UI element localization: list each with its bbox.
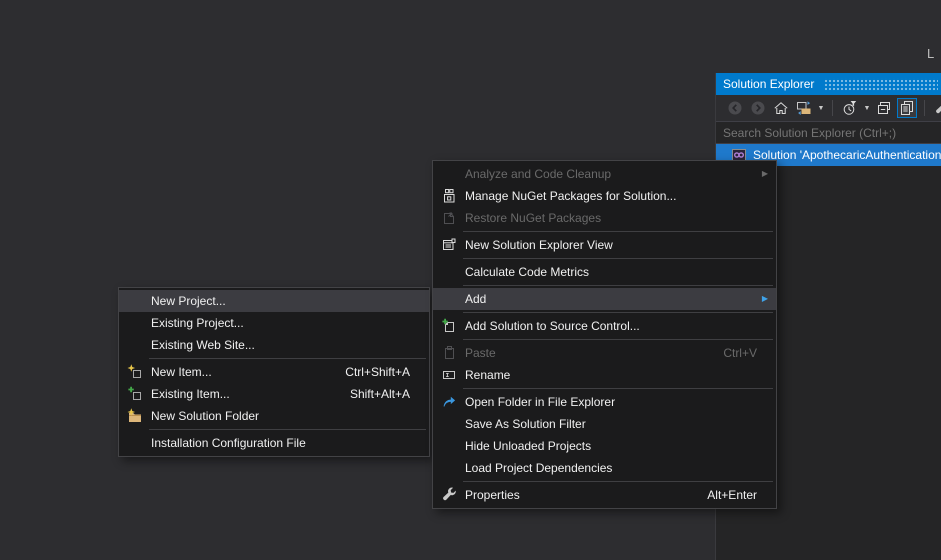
- solution-explorer-titlebar[interactable]: Solution Explorer: [716, 73, 941, 95]
- menu-item-shortcut: Ctrl+Shift+A: [345, 365, 429, 379]
- context-menu-separator: [463, 312, 773, 313]
- context-menu-item-add-solution-to-source-control[interactable]: Add Solution to Source Control...: [433, 315, 776, 337]
- add-submenu-item-new-item[interactable]: New Item... Ctrl+Shift+A: [119, 361, 429, 383]
- context-menu-separator: [463, 388, 773, 389]
- menu-item-label: Load Project Dependencies: [465, 461, 612, 475]
- forward-icon[interactable]: [748, 98, 768, 118]
- add-submenu-item-installation-configuration-file[interactable]: Installation Configuration File: [119, 432, 429, 454]
- pending-changes-filter-icon[interactable]: [840, 98, 860, 118]
- context-menu-item-load-project-dependencies[interactable]: Load Project Dependencies: [433, 457, 776, 479]
- properties-wrench-icon: [438, 487, 460, 503]
- menu-item-label: New Solution Folder: [151, 409, 259, 423]
- context-menu-item-add[interactable]: Add ▶: [433, 288, 776, 310]
- add-submenu-item-existing-item[interactable]: Existing Item... Shift+Alt+A: [119, 383, 429, 405]
- menu-item-label: Installation Configuration File: [151, 436, 306, 450]
- home-icon[interactable]: [771, 98, 791, 118]
- solution-item-label: Solution 'ApothecaricAuthentication: [753, 148, 941, 162]
- titlebar-drag-grip[interactable]: [824, 78, 938, 91]
- context-menu-item-paste[interactable]: Paste Ctrl+V: [433, 342, 776, 364]
- new-item-icon: [124, 364, 146, 380]
- existing-item-icon: [124, 386, 146, 402]
- paste-icon: [438, 345, 460, 361]
- context-menu-item-calculate-code-metrics[interactable]: Calculate Code Metrics: [433, 261, 776, 283]
- context-menu-item-open-folder-in-file-explorer[interactable]: Open Folder in File Explorer: [433, 391, 776, 413]
- search-box: [716, 122, 941, 144]
- menu-item-label: Restore NuGet Packages: [465, 211, 601, 225]
- new-solution-folder-icon: [124, 408, 146, 424]
- menu-item-label: Save As Solution Filter: [465, 417, 586, 431]
- properties-wrench-icon[interactable]: [932, 98, 941, 118]
- menu-item-label: Analyze and Code Cleanup: [465, 167, 611, 181]
- context-menu-separator: [463, 481, 773, 482]
- context-menu-item-new-solution-explorer-view[interactable]: New Solution Explorer View: [433, 234, 776, 256]
- menu-item-label: Existing Project...: [151, 316, 244, 330]
- context-menu-item-save-as-solution-filter[interactable]: Save As Solution Filter: [433, 413, 776, 435]
- add-submenu-separator: [149, 358, 426, 359]
- clipped-text-fragment: L: [927, 46, 934, 61]
- menu-item-label: New Solution Explorer View: [465, 238, 613, 252]
- menu-item-shortcut: Shift+Alt+A: [350, 387, 429, 401]
- context-menu-item-manage-nuget-packages-for-solution[interactable]: Manage NuGet Packages for Solution...: [433, 185, 776, 207]
- dropdown-caret-icon[interactable]: ▼: [863, 105, 871, 112]
- rename-icon: [438, 367, 460, 383]
- add-submenu: New Project... Existing Project... Existin…: [118, 287, 430, 457]
- new-view-icon: [438, 237, 460, 253]
- context-menu-item-properties[interactable]: Properties Alt+Enter: [433, 484, 776, 506]
- menu-item-shortcut: Alt+Enter: [707, 488, 776, 502]
- menu-item-label: Paste: [465, 346, 496, 360]
- context-menu-item-hide-unloaded-projects[interactable]: Hide Unloaded Projects: [433, 435, 776, 457]
- menu-item-label: Open Folder in File Explorer: [465, 395, 615, 409]
- context-menu-item-restore-nuget-packages[interactable]: Restore NuGet Packages: [433, 207, 776, 229]
- menu-item-shortcut: Ctrl+V: [723, 346, 776, 360]
- back-icon[interactable]: [725, 98, 745, 118]
- menu-item-label: Calculate Code Metrics: [465, 265, 589, 279]
- main-background: { "colors": { "titlebar_blue": "#007ACC"…: [0, 0, 941, 560]
- collapse-all-icon[interactable]: [874, 98, 894, 118]
- panel-title: Solution Explorer: [716, 77, 814, 91]
- add-submenu-separator: [149, 429, 426, 430]
- menu-item-label: Properties: [465, 488, 520, 502]
- context-menu-separator: [463, 231, 773, 232]
- nuget-package-icon: [438, 188, 460, 204]
- add-submenu-item-existing-web-site[interactable]: Existing Web Site...: [119, 334, 429, 356]
- show-all-files-icon[interactable]: [897, 98, 917, 118]
- menu-item-label: Rename: [465, 368, 510, 382]
- toolbar-separator: [832, 100, 833, 116]
- menu-item-label: Existing Item...: [151, 387, 230, 401]
- menu-item-label: Hide Unloaded Projects: [465, 439, 591, 453]
- context-menu-item-rename[interactable]: Rename: [433, 364, 776, 386]
- submenu-arrow-icon: ▶: [762, 170, 768, 178]
- submenu-arrow-icon: ▶: [762, 295, 768, 303]
- add-to-source-control-icon: [438, 318, 460, 334]
- search-input[interactable]: [716, 122, 941, 143]
- menu-item-label: Manage NuGet Packages for Solution...: [465, 189, 676, 203]
- dropdown-caret-icon[interactable]: ▼: [817, 105, 825, 112]
- switch-views-icon[interactable]: [794, 98, 814, 118]
- menu-item-label: New Item...: [151, 365, 212, 379]
- toolbar-separator: [924, 100, 925, 116]
- menu-item-label: Existing Web Site...: [151, 338, 255, 352]
- menu-item-label: Add Solution to Source Control...: [465, 319, 640, 333]
- nuget-restore-icon: [438, 210, 460, 226]
- menu-item-label: Add: [465, 292, 486, 306]
- context-menu-separator: [463, 285, 773, 286]
- add-submenu-item-existing-project[interactable]: Existing Project...: [119, 312, 429, 334]
- add-submenu-item-new-solution-folder[interactable]: New Solution Folder: [119, 405, 429, 427]
- solution-explorer-toolbar: ▼▼: [716, 95, 941, 122]
- context-menu-separator: [463, 258, 773, 259]
- solution-context-menu: Analyze and Code Cleanup ▶ Manage NuGet Pa…: [432, 160, 777, 509]
- menu-item-label: New Project...: [151, 294, 226, 308]
- open-folder-icon: [438, 394, 460, 410]
- add-submenu-item-new-project[interactable]: New Project...: [119, 290, 429, 312]
- context-menu-item-analyze-and-code-cleanup[interactable]: Analyze and Code Cleanup ▶: [433, 163, 776, 185]
- context-menu-separator: [463, 339, 773, 340]
